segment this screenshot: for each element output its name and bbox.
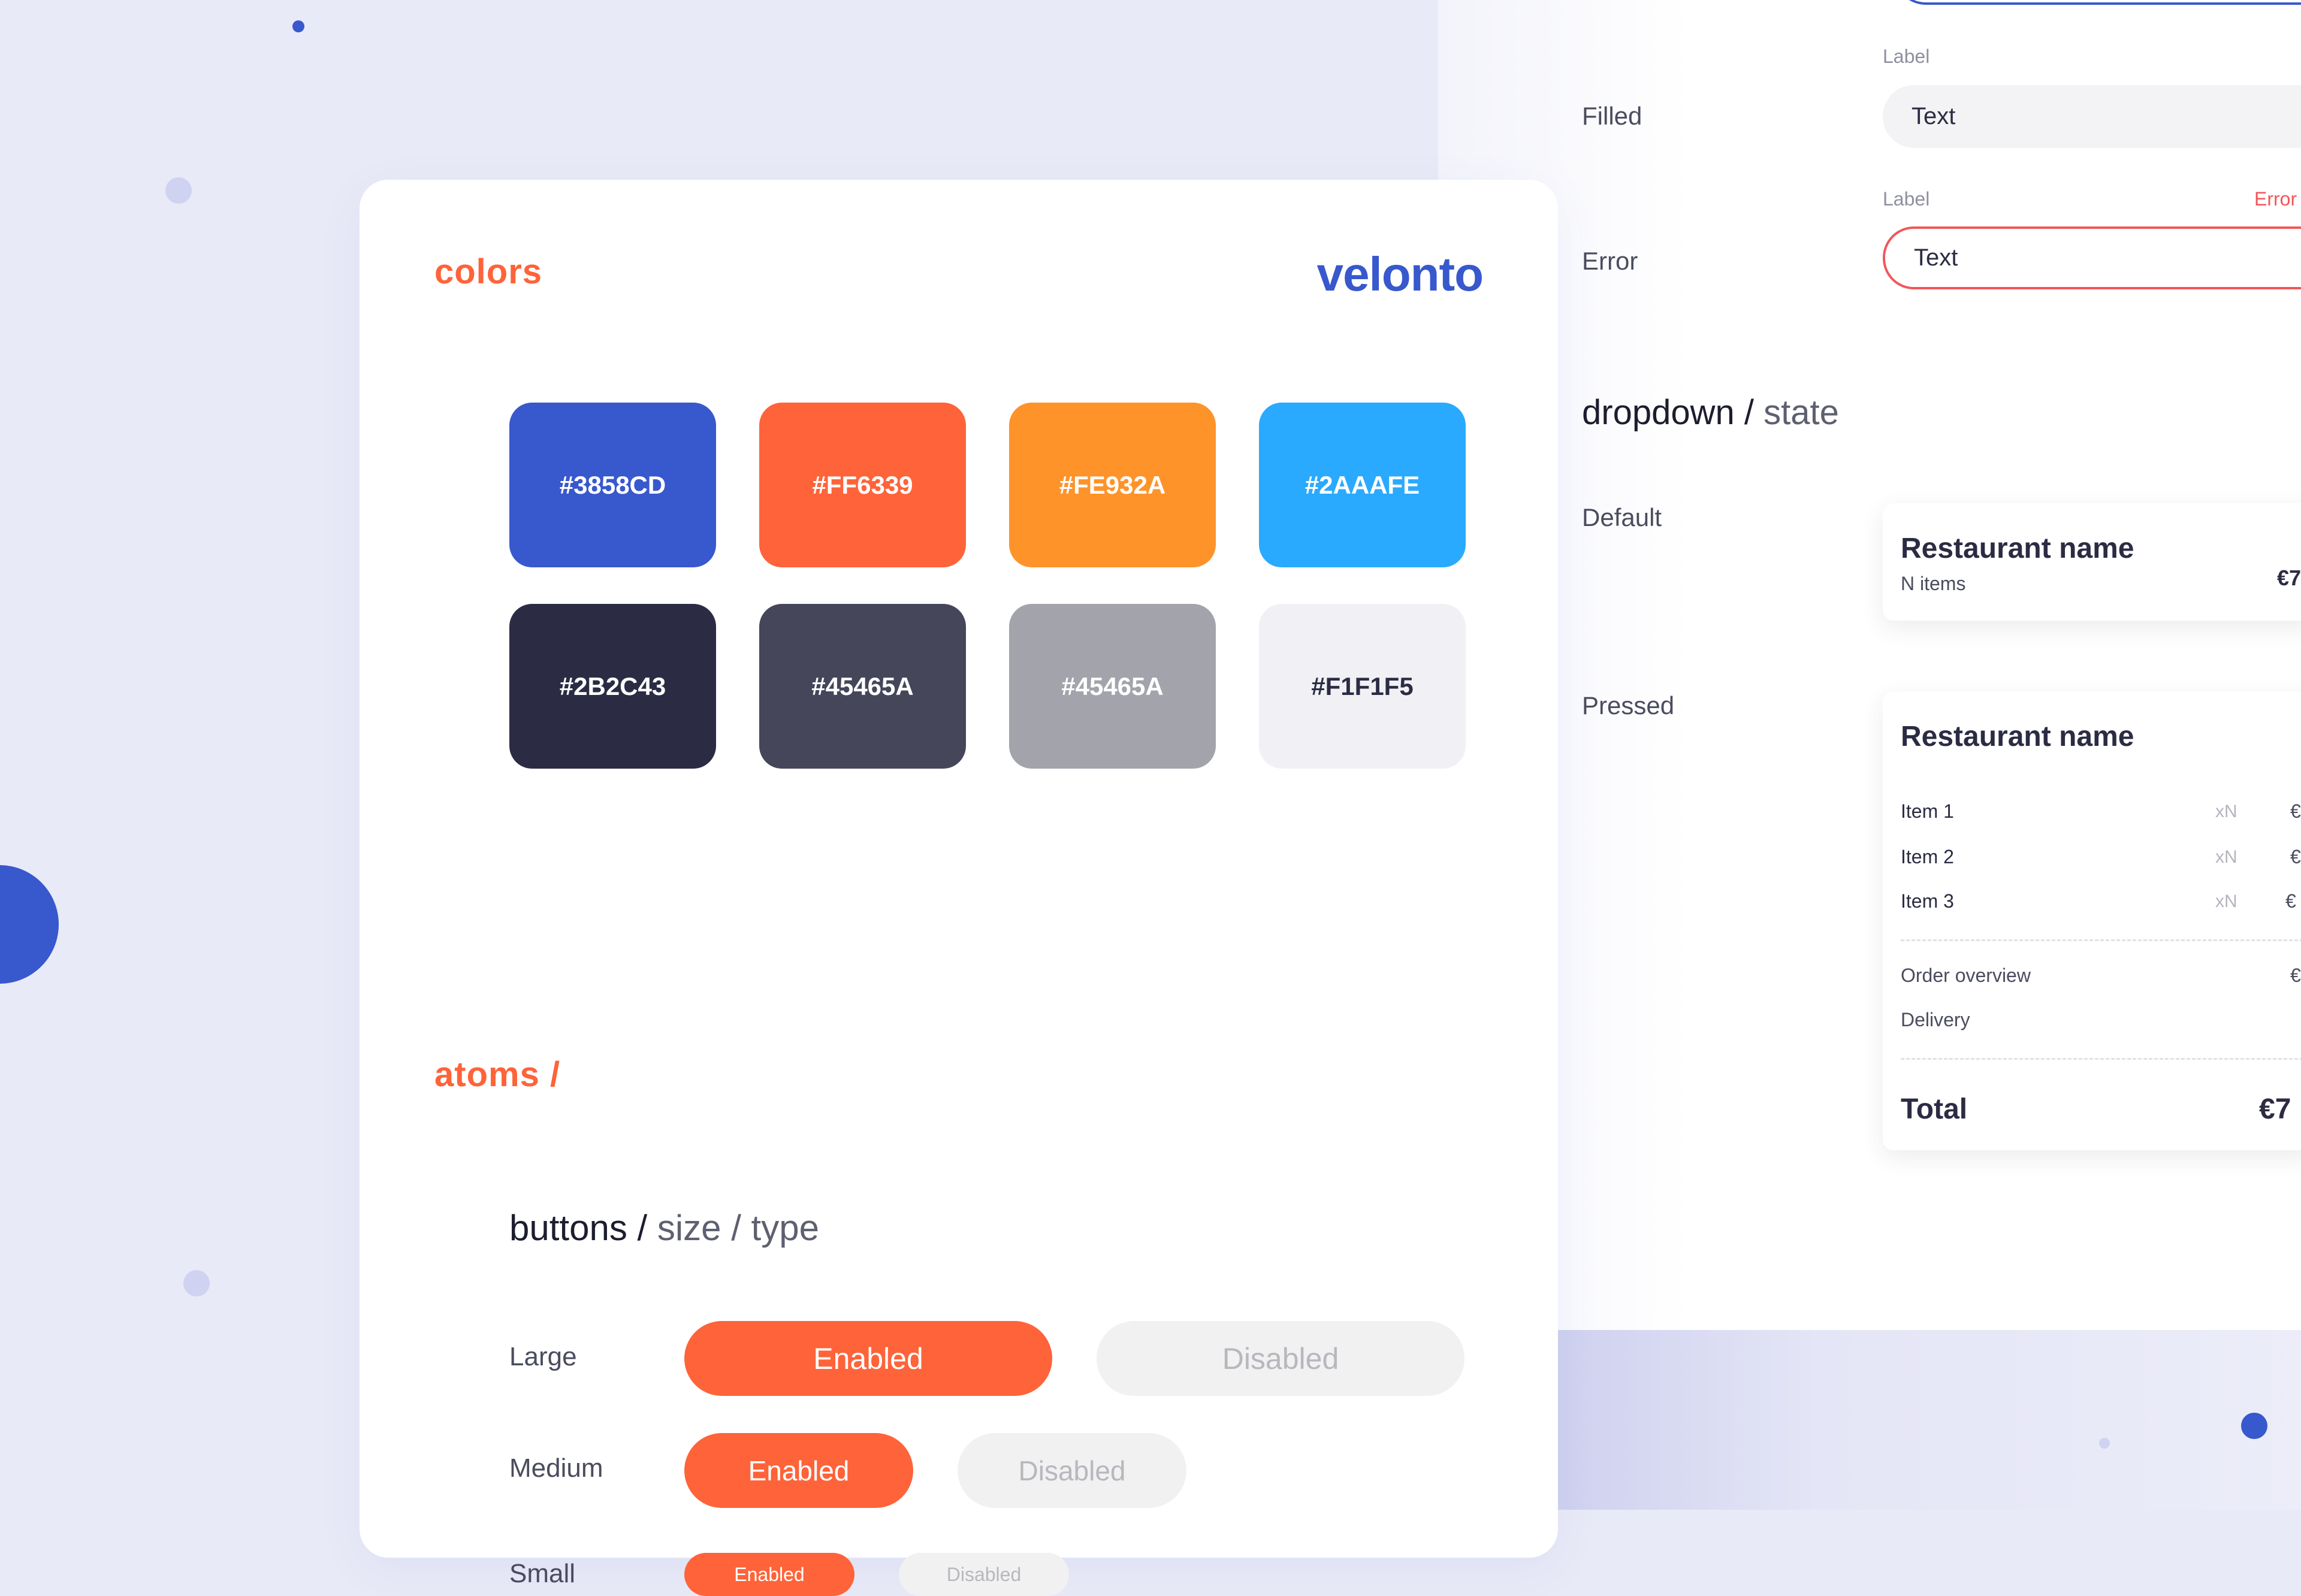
decor-dot [0, 865, 59, 984]
field-label: Label [1883, 46, 1930, 67]
items-count: N items [1901, 573, 1966, 594]
color-swatch: #3858CD [509, 403, 716, 567]
state-label-filled: Filled [1582, 102, 1642, 130]
order-item-name: Item 3 [1901, 890, 1954, 912]
color-swatch: #2B2C43 [509, 604, 716, 769]
state-label-error: Error [1582, 247, 1638, 275]
decor-dot [165, 177, 192, 204]
total-label: Total [1901, 1093, 1968, 1125]
small-enabled-button[interactable]: Enabled [684, 1553, 854, 1596]
order-item-price: € [2285, 890, 2296, 912]
color-swatch: #FF6339 [759, 403, 966, 567]
state-label-pressed: Pressed [1582, 691, 1675, 720]
color-swatch: #45465A [759, 604, 966, 769]
size-label-small: Small [509, 1559, 576, 1588]
decor-dot [292, 20, 304, 32]
color-swatch: #F1F1F5 [1259, 604, 1466, 769]
large-enabled-button[interactable]: Enabled [684, 1321, 1052, 1396]
color-swatch: #45465A [1009, 604, 1216, 769]
order-item-qty: xN [2215, 891, 2237, 911]
dropdown-heading: dropdown / state [1582, 393, 1839, 432]
text-field-error[interactable]: Text [1883, 226, 2301, 289]
field-label: Label [1883, 188, 1930, 210]
order-item-name: Item 1 [1901, 800, 1954, 822]
small-disabled-button[interactable]: Disabled [899, 1553, 1069, 1596]
decor-dot [2099, 1438, 2110, 1449]
decor-dot [2241, 1413, 2267, 1439]
order-overview-price: € [2290, 965, 2301, 986]
divider [1901, 1058, 2301, 1060]
order-item-qty: xN [2215, 802, 2237, 821]
divider [1901, 939, 2301, 941]
delivery-label: Delivery [1901, 1009, 1970, 1030]
order-item-price: € [2290, 846, 2301, 867]
text-field-filled[interactable]: Text [1883, 85, 2301, 148]
restaurant-name: Restaurant name [1901, 721, 2134, 752]
order-item-qty: xN [2215, 847, 2237, 867]
medium-enabled-button[interactable]: Enabled [684, 1433, 913, 1508]
size-label-large: Large [509, 1342, 577, 1371]
order-overview-label: Order overview [1901, 965, 2031, 986]
total-price: €7 [2259, 1093, 2291, 1125]
restaurant-name: Restaurant name [1901, 533, 2134, 564]
medium-disabled-button[interactable]: Disabled [958, 1433, 1186, 1508]
colors-title: colors [434, 252, 543, 291]
size-label-medium: Medium [509, 1453, 603, 1483]
state-label-default: Default [1582, 503, 1662, 531]
style-guide-card: colors velonto #3858CD #FF6339 #FE932A #… [360, 180, 1558, 1596]
artboard-footer-band [1556, 1330, 2301, 1510]
color-swatch: #FE932A [1009, 403, 1216, 567]
dropdown-card-pressed[interactable]: Restaurant name Item 1 xN € Item 2 xN € … [1883, 691, 2301, 1150]
order-item-name: Item 2 [1901, 846, 1954, 867]
buttons-heading: buttons / size / type [509, 1208, 819, 1248]
brand-logo: velonto [1316, 247, 1484, 301]
field-error-text: Error [2254, 188, 2297, 210]
text-field-focused[interactable] [1894, 0, 2301, 5]
order-price: €7 [2277, 566, 2301, 590]
decor-dot [183, 1270, 210, 1296]
atoms-title: atoms / [434, 1055, 561, 1094]
large-disabled-button[interactable]: Disabled [1097, 1321, 1464, 1396]
dropdown-card-default[interactable]: Restaurant name N items €7 [1883, 503, 2301, 621]
color-swatch: #2AAAFE [1259, 403, 1466, 567]
order-item-price: € [2290, 800, 2301, 822]
